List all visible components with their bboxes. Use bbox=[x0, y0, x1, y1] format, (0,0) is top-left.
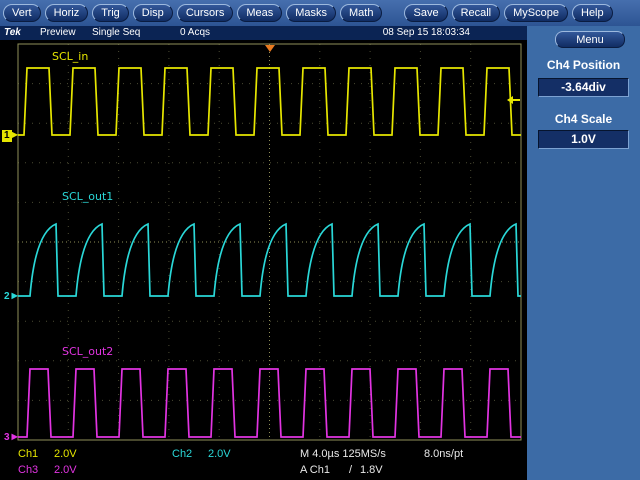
top-toolbar: Vert Horiz Trig Disp Cursors Meas Masks … bbox=[0, 0, 640, 26]
status-bar: Tek Preview Single Seq 0 Acqs 08 Sep 15 … bbox=[0, 26, 527, 40]
trace-label-SCL_out1: SCL_out1 bbox=[62, 190, 113, 203]
trace-label-SCL_out2: SCL_out2 bbox=[62, 345, 113, 358]
ch2-ground-marker: 2▶ bbox=[2, 290, 18, 303]
ch3-ground-marker: 3▶ bbox=[2, 431, 18, 444]
ch2-marker-number: 2 bbox=[2, 291, 12, 303]
trigger-source-readout: A Ch1 bbox=[300, 464, 330, 476]
trigger-slope-icon: / bbox=[349, 464, 352, 476]
ch1-ground-marker: 1▶ bbox=[2, 129, 18, 142]
trace-SCL_out2 bbox=[18, 369, 521, 437]
datetime: 08 Sep 15 18:03:34 bbox=[383, 27, 470, 38]
ch4-scale-value[interactable]: 1.0V bbox=[538, 130, 629, 149]
toolbar-button-trig[interactable]: Trig bbox=[92, 4, 129, 22]
sample-resolution-readout: 8.0ns/pt bbox=[424, 448, 463, 460]
waveform-display: SCL_in SCL_out1 SCL_out2 bbox=[0, 40, 527, 444]
toolbar-button-horiz[interactable]: Horiz bbox=[45, 4, 89, 22]
ch1-marker-number: 1 bbox=[2, 130, 12, 142]
toolbar-button-cursors[interactable]: Cursors bbox=[177, 4, 234, 22]
toolbar-button-recall[interactable]: Recall bbox=[452, 4, 501, 22]
ch4-position-label: Ch4 Position bbox=[527, 58, 640, 72]
ch4-position-value[interactable]: -3.64div bbox=[538, 78, 629, 97]
toolbar-button-vert[interactable]: Vert bbox=[3, 4, 41, 22]
trace-label-SCL_in: SCL_in bbox=[52, 50, 88, 63]
ch1-readout-label: Ch1 bbox=[18, 448, 38, 460]
trigger-level-readout: 1.8V bbox=[360, 464, 383, 476]
toolbar-button-math[interactable]: Math bbox=[340, 4, 382, 22]
ch3-marker-number: 3 bbox=[2, 432, 12, 444]
toolbar-button-disp[interactable]: Disp bbox=[133, 4, 173, 22]
ch1-marker-arrow-icon: ▶ bbox=[12, 130, 18, 139]
ch3-readout-scale: 2.0V bbox=[54, 464, 77, 476]
toolbar-button-save[interactable]: Save bbox=[404, 4, 447, 22]
ch3-marker-arrow-icon: ▶ bbox=[12, 432, 18, 441]
toolbar-button-masks[interactable]: Masks bbox=[286, 4, 336, 22]
acquisition-mode: Single Seq bbox=[92, 27, 140, 38]
ch3-readout-label: Ch3 bbox=[18, 464, 38, 476]
menu-button[interactable]: Menu bbox=[555, 31, 625, 48]
preview-status: Preview bbox=[40, 27, 76, 38]
ch2-readout-scale: 2.0V bbox=[208, 448, 231, 460]
acquisition-count: 0 Acqs bbox=[180, 27, 210, 38]
ch2-readout-label: Ch2 bbox=[172, 448, 192, 460]
toolbar-button-meas[interactable]: Meas bbox=[237, 4, 282, 22]
toolbar-button-help[interactable]: Help bbox=[572, 4, 613, 22]
toolbar-button-myscope[interactable]: MyScope bbox=[504, 4, 568, 22]
ch1-readout-scale: 2.0V bbox=[54, 448, 77, 460]
scope-display: SCL_inSCL_out1SCL_out2 1▶ 2▶ 3▶ Ch1 2.0V… bbox=[0, 40, 527, 480]
trigger-position-marker bbox=[265, 45, 275, 52]
graticule-grid bbox=[18, 44, 521, 440]
ch2-marker-arrow-icon: ▶ bbox=[12, 291, 18, 300]
timebase-readout: M 4.0µs 125MS/s bbox=[300, 448, 386, 460]
ch4-scale-label: Ch4 Scale bbox=[527, 112, 640, 126]
tek-logo: Tek bbox=[4, 27, 21, 38]
side-panel: Menu Ch4 Position -3.64div Ch4 Scale 1.0… bbox=[527, 26, 640, 480]
